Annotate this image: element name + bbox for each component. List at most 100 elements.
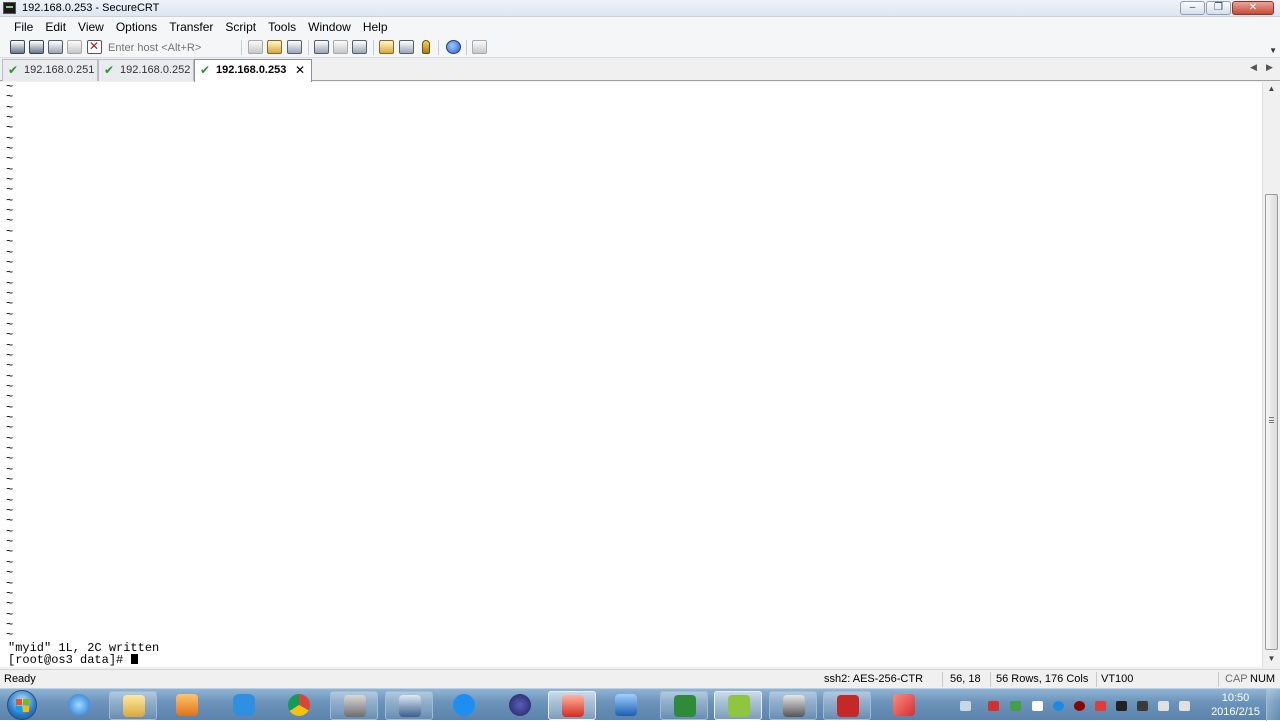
show-desktop-button[interactable]	[1266, 689, 1280, 721]
windows-taskbar: 10:50 2016/2/15	[0, 688, 1280, 721]
tray-app-icon[interactable]	[1010, 701, 1021, 711]
network-app-icon[interactable]	[385, 691, 433, 720]
tray-app-icon[interactable]	[1095, 701, 1106, 711]
tray-app-icon[interactable]	[1053, 701, 1064, 711]
network-tray-icon[interactable]	[1158, 701, 1169, 711]
tab-close-icon[interactable]: ✕	[295, 63, 305, 77]
title-bar: 192.168.0.253 - SecureCRT – ❐ ✕	[0, 0, 1280, 17]
tray-app-icon[interactable]	[1137, 701, 1148, 711]
menu-options[interactable]: Options	[110, 17, 163, 37]
tab-label: 192.168.0.252	[120, 64, 191, 76]
tray-app-icon[interactable]	[1074, 701, 1085, 711]
global-options-icon[interactable]	[399, 40, 414, 54]
close-button[interactable]: ✕	[1232, 1, 1274, 15]
securecrt-taskbar-icon[interactable]	[769, 691, 817, 720]
start-button[interactable]	[7, 690, 37, 720]
terminal-line-prompt: [root@os3 data]#	[8, 653, 139, 667]
toolbar-separator	[308, 40, 309, 55]
status-divider	[942, 672, 943, 687]
file-explorer-icon[interactable]	[109, 691, 157, 720]
tab-192-168-0-252[interactable]: ✔ 192.168.0.252	[98, 59, 194, 81]
scrollbar-thumb[interactable]	[1265, 194, 1278, 650]
vim-tilde-line: ~	[6, 628, 14, 643]
status-bar: Ready ssh2: AES-256-CTR 56, 18 56 Rows, …	[0, 669, 1280, 689]
tab-scroll-left-icon[interactable]: ◀	[1250, 62, 1257, 73]
copy-icon[interactable]	[248, 40, 263, 54]
virtualbox-icon[interactable]	[602, 691, 650, 720]
media-player-icon[interactable]	[163, 691, 211, 720]
sftp-icon[interactable]	[472, 40, 487, 54]
m-app-icon[interactable]	[714, 691, 762, 720]
tray-grid-icon[interactable]	[1032, 701, 1043, 711]
menu-help[interactable]: Help	[357, 17, 394, 37]
find-icon[interactable]	[287, 40, 302, 54]
quick-connect-icon[interactable]	[29, 40, 44, 54]
tray-app-icon[interactable]	[988, 701, 999, 711]
red-app-icon[interactable]	[548, 691, 596, 720]
volume-tray-icon[interactable]	[1179, 701, 1190, 711]
status-emulation: VT100	[1101, 673, 1134, 685]
pdf-app-icon[interactable]	[823, 691, 871, 720]
note-app-icon[interactable]	[880, 691, 928, 720]
scroll-up-icon[interactable]: ▲	[1263, 84, 1280, 93]
status-cursor-position: 56, 18	[950, 673, 981, 685]
maximize-button[interactable]: ❐	[1206, 1, 1231, 15]
paste-icon[interactable]	[267, 40, 282, 54]
maximize-icon: ❐	[1214, 2, 1223, 13]
toolbar-separator	[438, 40, 439, 55]
baidu-cloud-icon[interactable]	[220, 691, 268, 720]
status-divider	[1096, 672, 1097, 687]
session-tab-bar: ✔ 192.168.0.251 ✔ 192.168.0.252 ✔ 192.16…	[0, 58, 1280, 82]
connect-icon[interactable]	[10, 40, 25, 54]
disconnect-icon[interactable]	[87, 39, 102, 54]
vertical-scrollbar[interactable]: ▲ ▼	[1262, 82, 1280, 667]
enter-host-input[interactable]	[104, 39, 232, 56]
clock-time: 10:50	[1221, 692, 1250, 704]
menu-view[interactable]: View	[72, 17, 110, 37]
eclipse-icon[interactable]	[496, 691, 544, 720]
status-divider	[1218, 672, 1219, 687]
menu-tools[interactable]: Tools	[262, 17, 302, 37]
terminal-area[interactable]: ~ ~ ~ ~ ~ ~ ~ ~ ~ ~ ~ ~ ~ ~ ~ ~ ~ ~ ~ ~ ~ ~ ~ ~ ~ ~ ~ ~ ~ ~ ~ ~ ~ ~ ~ ~ ~ ~ ~ ~…	[0, 82, 1262, 667]
status-ready: Ready	[4, 673, 36, 685]
toolbar: ▼	[0, 37, 1280, 58]
connected-check-icon: ✔	[200, 63, 211, 77]
minimize-button[interactable]: –	[1180, 1, 1205, 15]
toolbar-overflow-icon[interactable]: ▼	[1269, 46, 1277, 55]
menu-transfer[interactable]: Transfer	[163, 17, 219, 37]
tab-192-168-0-253[interactable]: ✔ 192.168.0.253 ✕	[194, 59, 312, 82]
status-caps-lock: CAP	[1225, 673, 1248, 685]
menu-file[interactable]: File	[8, 17, 39, 37]
chrome-icon[interactable]	[275, 691, 323, 720]
menu-script[interactable]: Script	[219, 17, 262, 37]
qq-tray-icon[interactable]	[1116, 701, 1127, 711]
keymap-icon[interactable]	[422, 40, 430, 54]
terminal-cursor	[131, 654, 139, 664]
tab-192-168-0-251[interactable]: ✔ 192.168.0.251	[2, 59, 98, 81]
shell-prompt: [root@os3 data]#	[8, 653, 131, 667]
reconnect-icon[interactable]	[67, 40, 82, 54]
connect-in-tab-icon[interactable]	[48, 40, 63, 54]
vim-empty-line-markers: ~ ~ ~ ~ ~ ~ ~ ~ ~ ~ ~ ~ ~ ~ ~ ~ ~ ~ ~ ~ ~ ~ ~ ~ ~ ~ ~ ~ ~ ~ ~ ~ ~ ~ ~ ~ ~ ~ ~ ~…	[6, 82, 16, 641]
scroll-down-icon[interactable]: ▼	[1263, 654, 1280, 663]
project-app-icon[interactable]	[660, 691, 708, 720]
minimize-icon: –	[1189, 2, 1196, 13]
print-selection-icon[interactable]	[333, 40, 348, 54]
tab-scroll-right-icon[interactable]: ▶	[1266, 62, 1273, 73]
system-clock[interactable]: 10:50 2016/2/15	[1211, 691, 1260, 719]
app-icon[interactable]	[330, 691, 378, 720]
windows-logo-icon	[16, 699, 30, 713]
internet-explorer-icon[interactable]	[55, 691, 103, 720]
session-options-icon[interactable]	[379, 40, 394, 54]
help-icon[interactable]	[446, 40, 461, 54]
toolbar-separator	[466, 40, 467, 55]
pen-app-icon[interactable]	[440, 691, 488, 720]
window-title: 192.168.0.253 - SecureCRT	[22, 2, 160, 14]
status-divider	[990, 672, 991, 687]
print-setup-icon[interactable]	[352, 40, 367, 54]
print-icon[interactable]	[314, 40, 329, 54]
menu-edit[interactable]: Edit	[39, 17, 72, 37]
securecrt-app-icon[interactable]	[3, 2, 16, 14]
keyboard-tray-icon[interactable]	[960, 701, 971, 711]
menu-window[interactable]: Window	[302, 17, 357, 37]
